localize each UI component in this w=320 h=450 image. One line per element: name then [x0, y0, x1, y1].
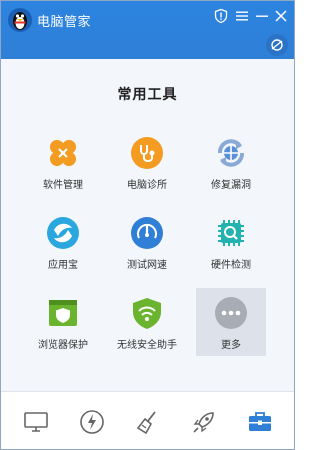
speed-test-icon	[130, 216, 164, 250]
toolbox-icon[interactable]	[247, 409, 273, 435]
hardware-chip-icon	[214, 216, 248, 250]
tool-app-store[interactable]: 应用宝	[28, 208, 98, 276]
tool-label: 更多	[221, 340, 241, 351]
tool-pc-clinic[interactable]: 电脑诊所	[112, 128, 182, 196]
broom-icon[interactable]	[135, 409, 161, 435]
lightning-icon[interactable]	[79, 409, 105, 435]
stethoscope-icon	[130, 136, 164, 170]
tool-label: 硬件检测	[211, 260, 251, 271]
app-window: 电脑管家 常用工具 软件管理 电脑诊所 修复漏洞 应用宝 测试网速 硬件检测 浏…	[0, 0, 295, 450]
wifi-security-icon	[130, 296, 164, 330]
browser-protect-icon	[46, 296, 80, 330]
more-icon	[214, 296, 248, 330]
tool-more[interactable]: 更多	[196, 288, 266, 356]
tool-label: 修复漏洞	[211, 180, 251, 191]
tool-speed-test[interactable]: 测试网速	[112, 208, 182, 276]
tool-wifi-security[interactable]: 无线安全助手	[112, 288, 182, 356]
tool-browser-protect[interactable]: 浏览器保护	[28, 288, 98, 356]
app-store-icon	[46, 216, 80, 250]
menu-icon[interactable]	[234, 8, 250, 24]
computer-icon[interactable]	[23, 409, 49, 435]
page-title: 常用工具	[117, 87, 178, 103]
shield-alert-icon[interactable]	[213, 8, 229, 24]
close-icon[interactable]	[273, 8, 289, 24]
tool-hardware-check[interactable]: 硬件检测	[196, 208, 266, 276]
tool-software-manager[interactable]: 软件管理	[28, 128, 98, 196]
sync-icon[interactable]	[266, 34, 288, 56]
tools-panel: 常用工具 软件管理 电脑诊所 修复漏洞 应用宝 测试网速 硬件检测 浏览器保护 …	[1, 59, 294, 391]
tool-repair-vulnerability[interactable]: 修复漏洞	[196, 128, 266, 196]
minimize-icon[interactable]	[254, 8, 270, 24]
title-bar: 电脑管家	[1, 1, 294, 59]
software-manager-icon	[46, 136, 80, 170]
window-title: 电脑管家	[37, 15, 92, 30]
rocket-icon[interactable]	[191, 409, 217, 435]
repair-vulnerability-icon	[214, 136, 248, 170]
qq-penguin-logo-icon	[7, 7, 33, 33]
bottom-nav	[1, 391, 294, 449]
